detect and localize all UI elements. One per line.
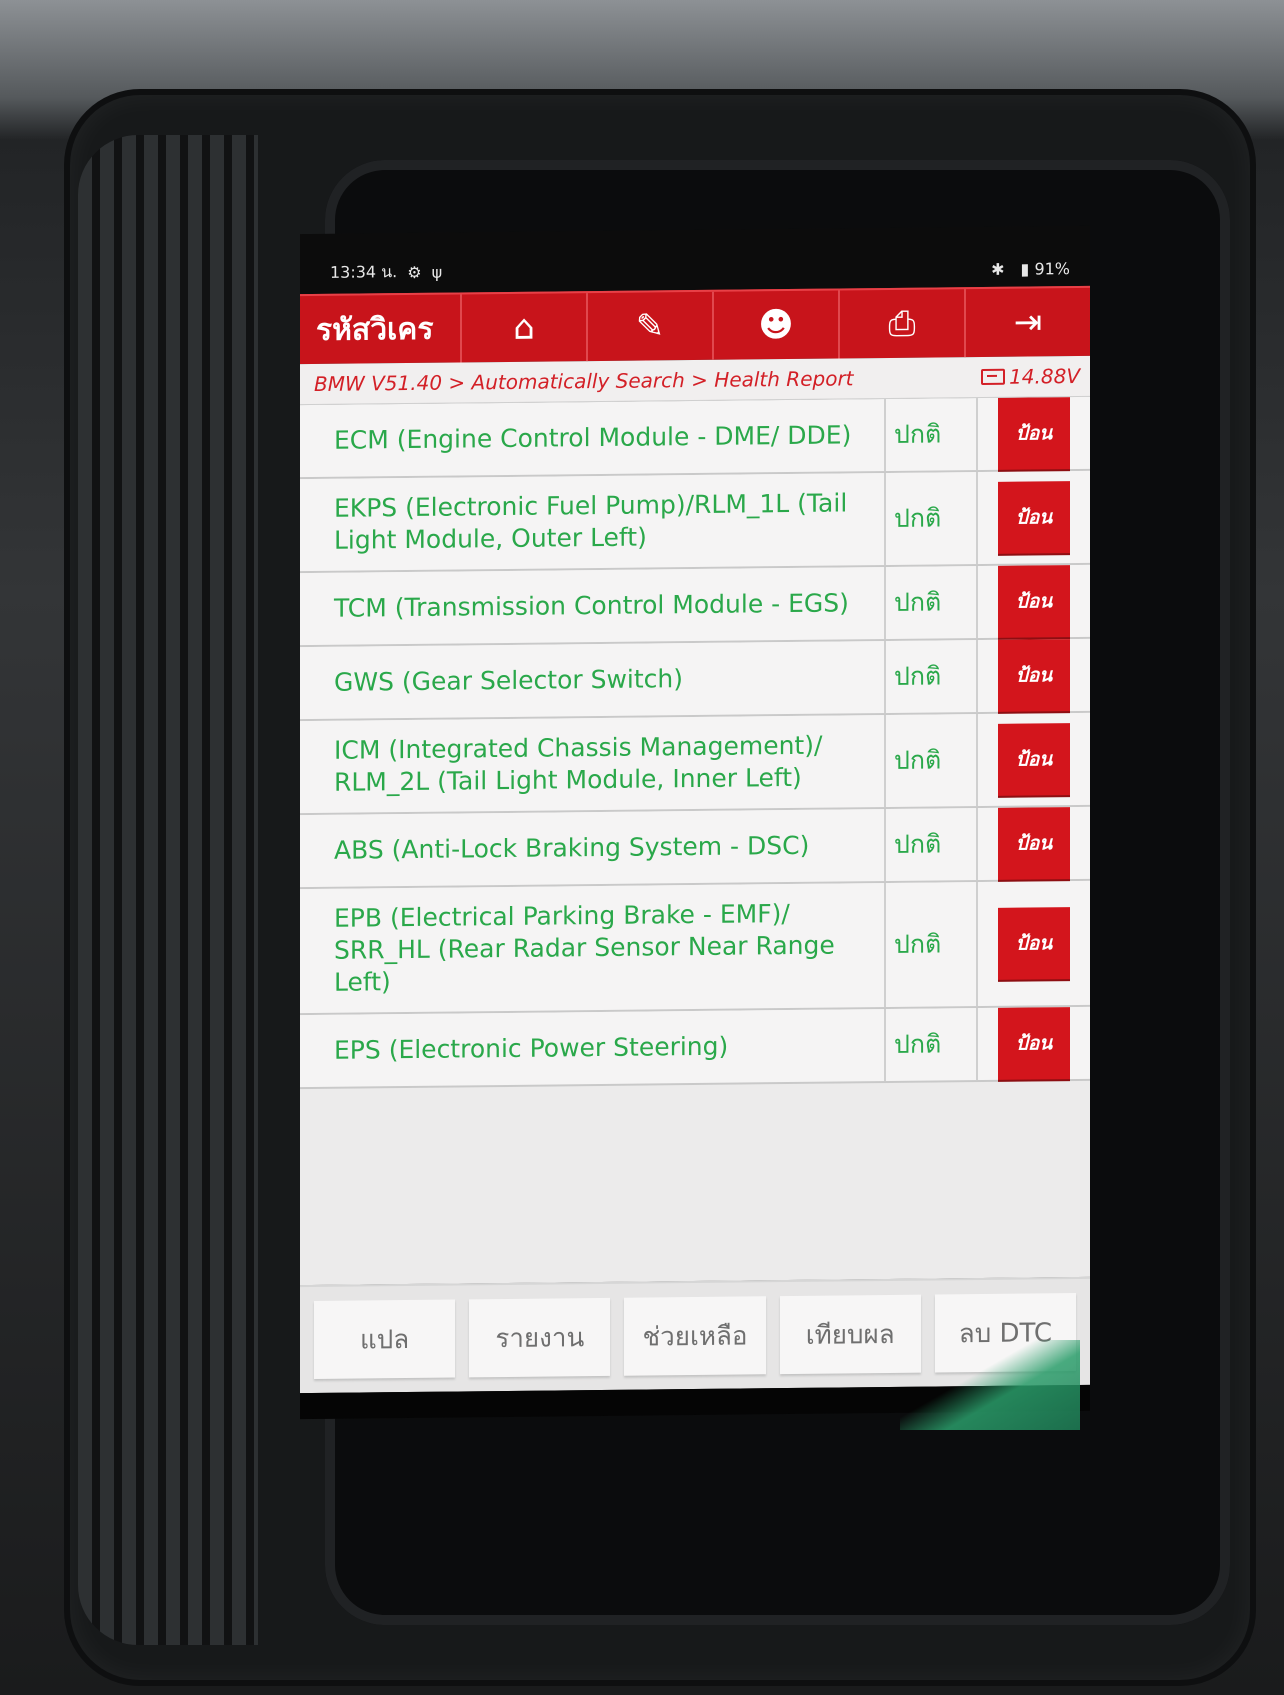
battery-status: ▮ 91%	[1021, 259, 1070, 279]
settings-icon: ⚙	[407, 262, 422, 283]
top-toolbar: รหัสวิเคร ⌂ ✎ ☻ ⎙ ⇥	[300, 285, 1090, 365]
status-time: 13:34 น.	[330, 262, 398, 282]
module-status: ปกติ	[886, 566, 978, 639]
module-name: EKPS (Electronic Fuel Pump)/RLM_1L (Tail…	[300, 472, 886, 572]
home-icon: ⌂	[513, 307, 535, 348]
module-name: EPS (Electronic Power Steering)	[300, 1008, 886, 1088]
exit-button[interactable]: ⇥	[964, 287, 1090, 358]
battery-percent: 91%	[1034, 259, 1070, 279]
list-item: ABS (Anti-Lock Braking System - DSC) ปกต…	[300, 806, 1090, 890]
edit-button[interactable]: ✎	[586, 291, 712, 362]
list-item: ECM (Engine Control Module - DME/ DDE) ป…	[300, 396, 1090, 480]
module-name: TCM (Transmission Control Module - EGS)	[300, 566, 886, 646]
print-button[interactable]: ⎙	[838, 289, 964, 359]
module-status: ปกติ	[886, 472, 978, 565]
enter-button[interactable]: ป้อน	[998, 807, 1070, 880]
enter-button[interactable]: ป้อน	[998, 639, 1070, 712]
background-object	[900, 1340, 1080, 1430]
enter-button[interactable]: ป้อน	[998, 723, 1070, 796]
module-name: ABS (Anti-Lock Braking System - DSC)	[300, 808, 886, 888]
enter-button[interactable]: ป้อน	[998, 1007, 1070, 1080]
list-item: TCM (Transmission Control Module - EGS) …	[300, 564, 1090, 648]
module-status: ปกติ	[886, 882, 978, 1007]
list-item: EPS (Electronic Power Steering) ปกติ ป้อ…	[300, 1006, 1090, 1090]
edit-icon: ✎	[635, 306, 665, 347]
bluetooth-icon: ✱	[991, 259, 1005, 279]
list-item: ICM (Integrated Chassis Management)/ RLM…	[300, 712, 1090, 816]
help-button[interactable]: ช่วยเหลือ	[624, 1296, 766, 1376]
enter-button[interactable]: ป้อน	[998, 397, 1070, 470]
exit-icon: ⇥	[1013, 302, 1043, 343]
enter-button[interactable]: ป้อน	[998, 907, 1070, 980]
device-screen: 13:34 น. ⚙ ψ ✱ ▮ 91% รหัสวิเคร ⌂ ✎ ☻ ⎙ ⇥	[300, 225, 1090, 1420]
module-name: ECM (Engine Control Module - DME/ DDE)	[300, 398, 886, 478]
device-grip	[78, 135, 258, 1645]
voltage-value: 14.88V	[1009, 363, 1080, 389]
status-bar: 13:34 น. ⚙ ψ ✱ ▮ 91%	[300, 225, 1090, 295]
breadcrumb-path: BMW V51.40 > Automatically Search > Heal…	[314, 366, 854, 396]
module-status: ปกติ	[886, 1008, 978, 1081]
battery-level-icon: ▮	[1020, 259, 1030, 279]
enter-button[interactable]: ป้อน	[998, 565, 1070, 638]
user-icon: ☻	[758, 304, 794, 346]
enter-button[interactable]: ป้อน	[998, 481, 1070, 554]
module-list[interactable]: ECM (Engine Control Module - DME/ DDE) ป…	[300, 396, 1090, 1286]
module-status: ปกติ	[886, 808, 978, 881]
list-item: GWS (Gear Selector Switch) ปกติ ป้อน	[300, 638, 1090, 722]
module-status: ปกติ	[886, 640, 978, 713]
module-status: ปกติ	[886, 714, 978, 807]
print-icon: ⎙	[888, 303, 916, 344]
usb-icon: ψ	[431, 262, 443, 282]
translate-button[interactable]: แปล	[314, 1299, 456, 1379]
list-item: EPB (Electrical Parking Brake - EMF)/ SR…	[300, 880, 1090, 1016]
list-item: EKPS (Electronic Fuel Pump)/RLM_1L (Tail…	[300, 470, 1090, 574]
module-name: ICM (Integrated Chassis Management)/ RLM…	[300, 714, 886, 814]
module-status: ปกติ	[886, 398, 978, 471]
home-button[interactable]: ⌂	[460, 293, 586, 363]
app-brand: รหัสวิเคร	[316, 311, 434, 348]
battery-voltage: 14.88V	[981, 364, 1080, 389]
report-button[interactable]: รายงาน	[469, 1297, 611, 1378]
module-name: GWS (Gear Selector Switch)	[300, 640, 886, 720]
car-battery-icon	[981, 368, 1006, 386]
module-name: EPB (Electrical Parking Brake - EMF)/ SR…	[300, 882, 886, 1014]
user-button[interactable]: ☻	[712, 290, 838, 360]
